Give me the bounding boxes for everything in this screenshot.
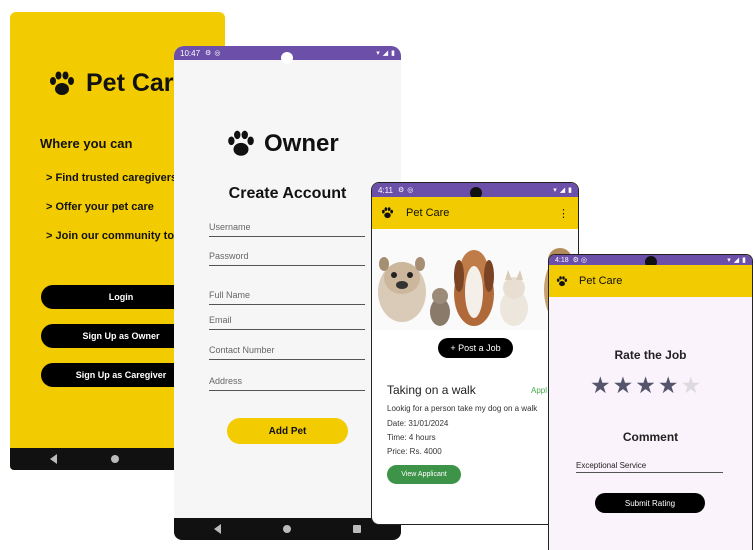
feature-item: > Join our community to xyxy=(46,230,175,242)
app-bar: Pet Care xyxy=(549,265,752,297)
status-time: 10:47 xyxy=(180,48,201,58)
form-title: Create Account xyxy=(228,185,347,202)
back-nav-icon[interactable] xyxy=(214,524,221,534)
address-field[interactable]: Address xyxy=(209,376,365,391)
view-applicant-button[interactable]: View Applicant xyxy=(387,465,461,484)
job-time: Time: 4 hours xyxy=(387,433,436,442)
paw-icon xyxy=(381,207,394,219)
more-vert-icon[interactable]: ⋮ xyxy=(558,207,569,220)
app-title: Pet Care xyxy=(406,207,450,219)
brand-header: Pet Care xyxy=(48,69,187,98)
feature-item: > Find trusted caregivers xyxy=(46,172,178,184)
rating-screen: 4:18 ⚙ ◎ ▾ ◢ ▮ Pet Care Rate the Job ★ ★ ★… xyxy=(548,254,753,550)
post-job-button[interactable]: + Post a Job xyxy=(438,338,513,358)
signal-icon: ◢ xyxy=(559,187,566,194)
gear-icon: ⚙ xyxy=(397,187,405,194)
job-price: Price: Rs. 4000 xyxy=(387,447,442,456)
gear-icon: ⚙ xyxy=(572,257,579,264)
app-bar: Pet Care ⋮ xyxy=(372,197,578,229)
full-name-field[interactable]: Full Name xyxy=(209,290,365,305)
star-icon[interactable]: ★ xyxy=(635,373,656,397)
sync-icon: ◎ xyxy=(580,257,588,264)
job-description: Lookig for a person take my dog on a wal… xyxy=(387,404,538,413)
job-status: Appl xyxy=(531,386,548,395)
paw-icon xyxy=(228,130,254,156)
paw-icon xyxy=(556,275,568,286)
feature-item: > Offer your pet care xyxy=(46,201,154,213)
system-nav-bar xyxy=(174,518,401,540)
recents-nav-icon[interactable] xyxy=(353,525,361,533)
comment-input[interactable] xyxy=(576,459,723,473)
signal-icon: ◢ xyxy=(733,257,740,264)
home-nav-icon[interactable] xyxy=(283,525,291,533)
battery-icon: ▮ xyxy=(568,187,572,194)
wifi-icon: ▾ xyxy=(553,187,557,194)
status-time: 4:18 xyxy=(555,256,569,264)
camera-notch xyxy=(281,52,293,64)
battery-icon: ▮ xyxy=(742,257,746,264)
back-nav-icon[interactable] xyxy=(50,454,57,464)
username-field[interactable]: Username xyxy=(209,222,365,237)
email-field[interactable]: Email xyxy=(209,315,365,330)
sync-icon: ◎ xyxy=(407,187,414,194)
sync-icon: ◎ xyxy=(214,50,221,57)
gear-icon: ⚙ xyxy=(205,50,212,57)
page-header: Owner xyxy=(226,130,339,158)
home-nav-icon[interactable] xyxy=(111,455,119,463)
star-icon[interactable]: ★ xyxy=(613,373,634,397)
feature-list: > Find trusted caregivers > Offer your p… xyxy=(46,172,177,259)
battery-icon: ▮ xyxy=(391,50,395,57)
page-title: Owner xyxy=(264,130,339,157)
star-rating[interactable]: ★ ★ ★ ★ ★ xyxy=(590,373,701,397)
wifi-icon: ▾ xyxy=(376,50,380,57)
job-date: Date: 31/01/2024 xyxy=(387,419,449,428)
comment-title: Comment xyxy=(622,430,679,444)
star-icon[interactable]: ★ xyxy=(658,373,679,397)
signal-icon: ◢ xyxy=(382,50,389,57)
brand-title: Pet Care xyxy=(86,69,188,97)
tagline: Where you can xyxy=(40,136,133,151)
contact-number-field[interactable]: Contact Number xyxy=(209,345,365,360)
status-time: 4:11 xyxy=(378,185,393,195)
paw-icon xyxy=(50,71,74,95)
rate-title: Rate the Job xyxy=(614,348,687,362)
register-screen: 10:47 ⚙ ◎ ▾ ◢ ▮ Owner Create Account Use… xyxy=(174,46,401,540)
app-title: Pet Care xyxy=(579,275,623,287)
password-field[interactable]: Password xyxy=(209,251,365,266)
submit-rating-button[interactable]: Submit Rating xyxy=(595,493,705,513)
star-icon[interactable]: ★ xyxy=(681,373,702,397)
add-pet-button[interactable]: Add Pet xyxy=(227,418,348,444)
star-icon[interactable]: ★ xyxy=(590,373,611,397)
wifi-icon: ▾ xyxy=(727,257,731,264)
job-title: Taking on a walk xyxy=(387,383,476,397)
